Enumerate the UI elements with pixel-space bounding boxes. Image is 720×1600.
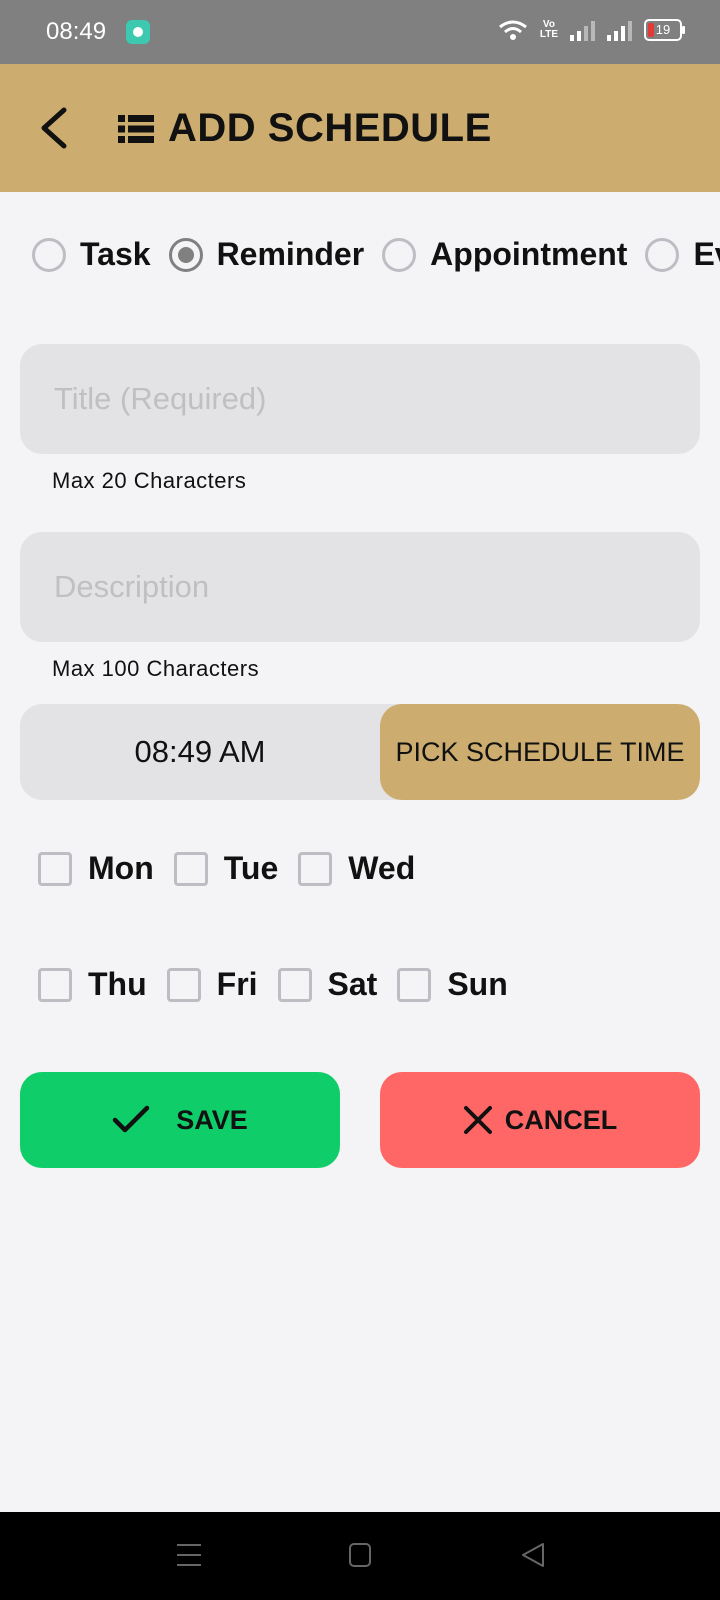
day-label: Tue [223,850,279,886]
check-icon [112,1105,150,1133]
radio-appointment[interactable]: Appointment [382,236,627,273]
radio-circle[interactable] [32,237,66,272]
day-tue[interactable]: Tue [173,850,279,887]
radio-event[interactable]: Ev [645,236,720,273]
system-nav-bar [0,1512,720,1600]
battery-icon: 19 [644,19,685,41]
day-thu[interactable]: Thu [38,966,147,1003]
checkbox[interactable] [277,967,312,1002]
cancel-button[interactable]: CANCEL [380,1072,700,1168]
checkbox[interactable] [166,967,201,1002]
back-icon[interactable] [520,1542,546,1568]
signal-icon-2 [607,19,632,41]
home-icon[interactable] [348,1542,372,1568]
description-field[interactable] [20,532,700,642]
days-row-2: Thu Fri Sat Sun [38,966,528,1003]
volte-icon: Vo LTE [539,19,558,40]
checkbox[interactable] [38,967,72,1002]
day-sun[interactable]: Sun [397,966,508,1003]
radio-reminder[interactable]: Reminder [168,236,365,273]
schedule-type-group: Task Reminder Appointment Ev [32,236,720,273]
day-label: Mon [88,850,154,886]
title-field[interactable] [20,344,700,454]
day-label: Thu [88,966,147,1002]
day-label: Sat [327,966,378,1002]
day-label: Sun [447,966,508,1002]
pick-schedule-time-button[interactable]: PICK SCHEDULE TIME [380,704,700,800]
day-label: Fri [216,966,258,1002]
schedule-time-value: 08:49 AM [134,734,266,769]
checkbox[interactable] [298,851,333,886]
description-hint: Max 100 Characters [52,656,260,681]
cancel-label: CANCEL [504,1104,618,1135]
list-icon [118,115,154,143]
checkbox[interactable] [397,967,432,1002]
save-label: SAVE [176,1104,248,1135]
status-time: 08:49 [46,18,107,45]
checkbox[interactable] [38,851,72,886]
day-label: Wed [348,850,416,886]
days-row-1: Mon Tue Wed [38,850,435,887]
app-notification-icon [126,20,150,44]
day-mon[interactable]: Mon [38,850,154,887]
day-fri[interactable]: Fri [166,966,258,1003]
title-hint: Max 20 Characters [52,468,247,493]
status-bar: 08:49 Vo LTE 19 [0,0,720,64]
radio-circle-selected[interactable] [168,237,203,272]
signal-icon-1 [570,19,595,41]
page-title: ADD SCHEDULE [168,106,492,150]
save-button[interactable]: SAVE [20,1072,340,1168]
radio-circle[interactable] [645,237,680,272]
description-input[interactable] [52,568,700,606]
menu-icon[interactable] [176,1542,202,1568]
radio-label: Reminder [216,236,365,272]
title-input[interactable] [52,380,700,418]
radio-task[interactable]: Task [32,236,151,273]
schedule-time-row: 08:49 AM PICK SCHEDULE TIME [20,704,700,800]
day-sat[interactable]: Sat [277,966,378,1003]
app-bar: ADD SCHEDULE [0,64,720,192]
checkbox[interactable] [173,851,208,886]
radio-label: Appointment [430,236,628,272]
radio-label: Ev [693,236,720,272]
back-arrow-icon[interactable] [36,106,76,150]
close-icon [463,1106,492,1134]
radio-circle[interactable] [382,237,417,272]
wifi-icon [498,20,527,40]
radio-label: Task [80,236,151,272]
day-wed[interactable]: Wed [298,850,415,887]
